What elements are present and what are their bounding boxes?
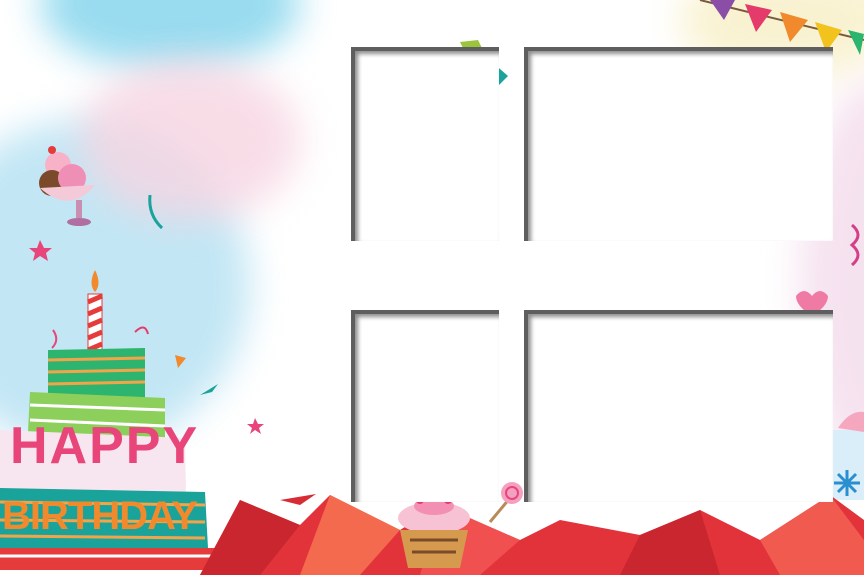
photo-frame-top-left[interactable] [351,47,499,241]
birthday-banner: HAPPY BIRTHDAY [2,420,212,550]
photo-frame-bottom-right[interactable] [524,310,833,502]
gift-icon [838,411,864,432]
snowflake-icon [830,430,864,500]
ribbon-icon [849,223,860,267]
birthday-photo-template: HAPPY BIRTHDAY [0,0,864,575]
cupcake-icon [398,496,470,568]
photo-frame-top-right[interactable] [524,47,833,241]
red-ground-shapes [200,494,864,575]
ice-cream-icon [39,146,95,226]
banner-line-happy: HAPPY [10,417,200,475]
photo-frame-bottom-left[interactable] [351,310,499,502]
banner-line-birthday: BIRTHDAY [2,494,198,538]
candle-icon [87,270,103,353]
